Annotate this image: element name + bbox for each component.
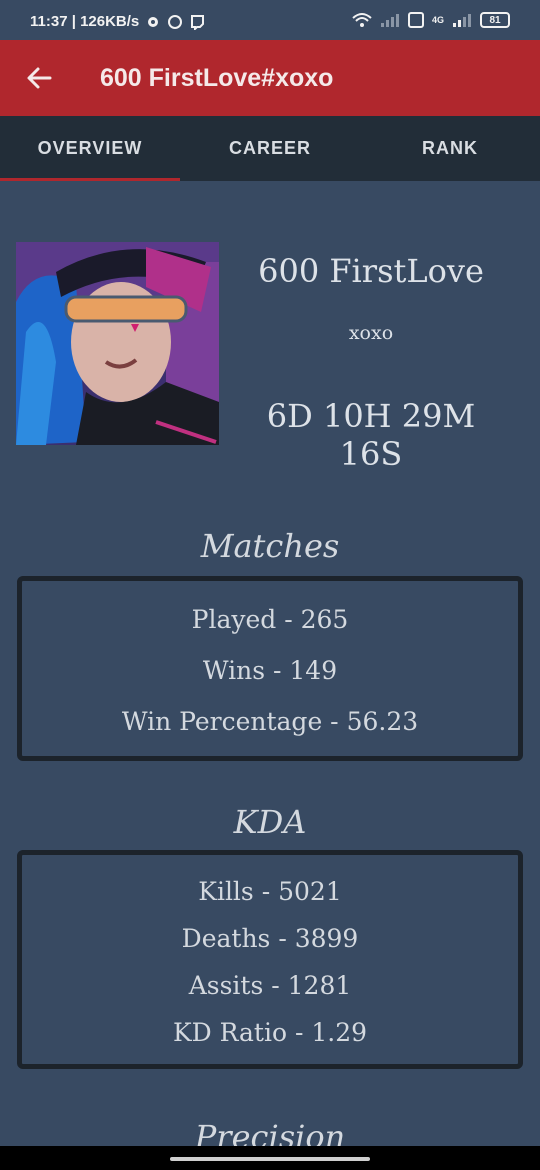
- gesture-nav-bar: [0, 1146, 540, 1170]
- matches-heading: Matches: [200, 527, 340, 565]
- battery-icon: 81: [480, 12, 510, 28]
- status-right: 4G 81: [352, 12, 510, 28]
- agent-portrait-image: [16, 242, 219, 445]
- kda-ratio: KD Ratio - 1.29: [172, 1018, 368, 1047]
- matches-box: Played - 265 Wins - 149 Win Percentage -…: [17, 576, 523, 761]
- whatsapp-icon: [168, 14, 183, 29]
- twitch-icon: [191, 14, 205, 30]
- kda-deaths: Deaths - 3899: [181, 924, 359, 953]
- tab-career[interactable]: CAREER: [180, 116, 360, 181]
- status-bar: 11:37 | 126KB/s 4G 81: [0, 0, 540, 40]
- kda-box: Kills - 5021 Deaths - 3899 Assits - 1281…: [17, 850, 523, 1069]
- status-left: 11:37 | 126KB/s: [30, 13, 205, 30]
- kda-heading: KDA: [233, 803, 307, 841]
- settings-icon: [148, 16, 159, 27]
- player-tag: xoxo: [348, 322, 394, 344]
- home-handle[interactable]: [170, 1157, 370, 1161]
- signal-icon-2: [453, 14, 471, 27]
- tab-rank[interactable]: RANK: [360, 116, 540, 181]
- page-title: 600 FirstLove#xoxo: [100, 64, 334, 92]
- wifi-icon: [352, 13, 372, 27]
- matches-wins: Wins - 149: [202, 656, 338, 685]
- time-played: 6D 10H 29M 16S: [266, 397, 476, 473]
- signal-icon: [380, 14, 399, 27]
- status-time: 11:37 | 126KB/s: [30, 13, 140, 30]
- tab-overview[interactable]: OVERVIEW: [0, 116, 180, 181]
- active-tab-indicator: [0, 178, 180, 181]
- network-type: 4G: [431, 15, 444, 25]
- avatar: [16, 242, 219, 445]
- matches-win-percentage: Win Percentage - 56.23: [121, 707, 419, 736]
- player-name: 600 FirstLove: [258, 252, 484, 290]
- app-bar: 600 FirstLove#xoxo: [0, 40, 540, 116]
- kda-kills: Kills - 5021: [198, 877, 342, 906]
- battery-level: 81: [489, 14, 501, 26]
- volte-icon: [407, 12, 424, 28]
- matches-played: Played - 265: [191, 605, 349, 634]
- kda-assists: Assits - 1281: [188, 971, 352, 1000]
- tab-bar: OVERVIEW CAREER RANK: [0, 116, 540, 181]
- back-arrow-icon[interactable]: [22, 60, 58, 96]
